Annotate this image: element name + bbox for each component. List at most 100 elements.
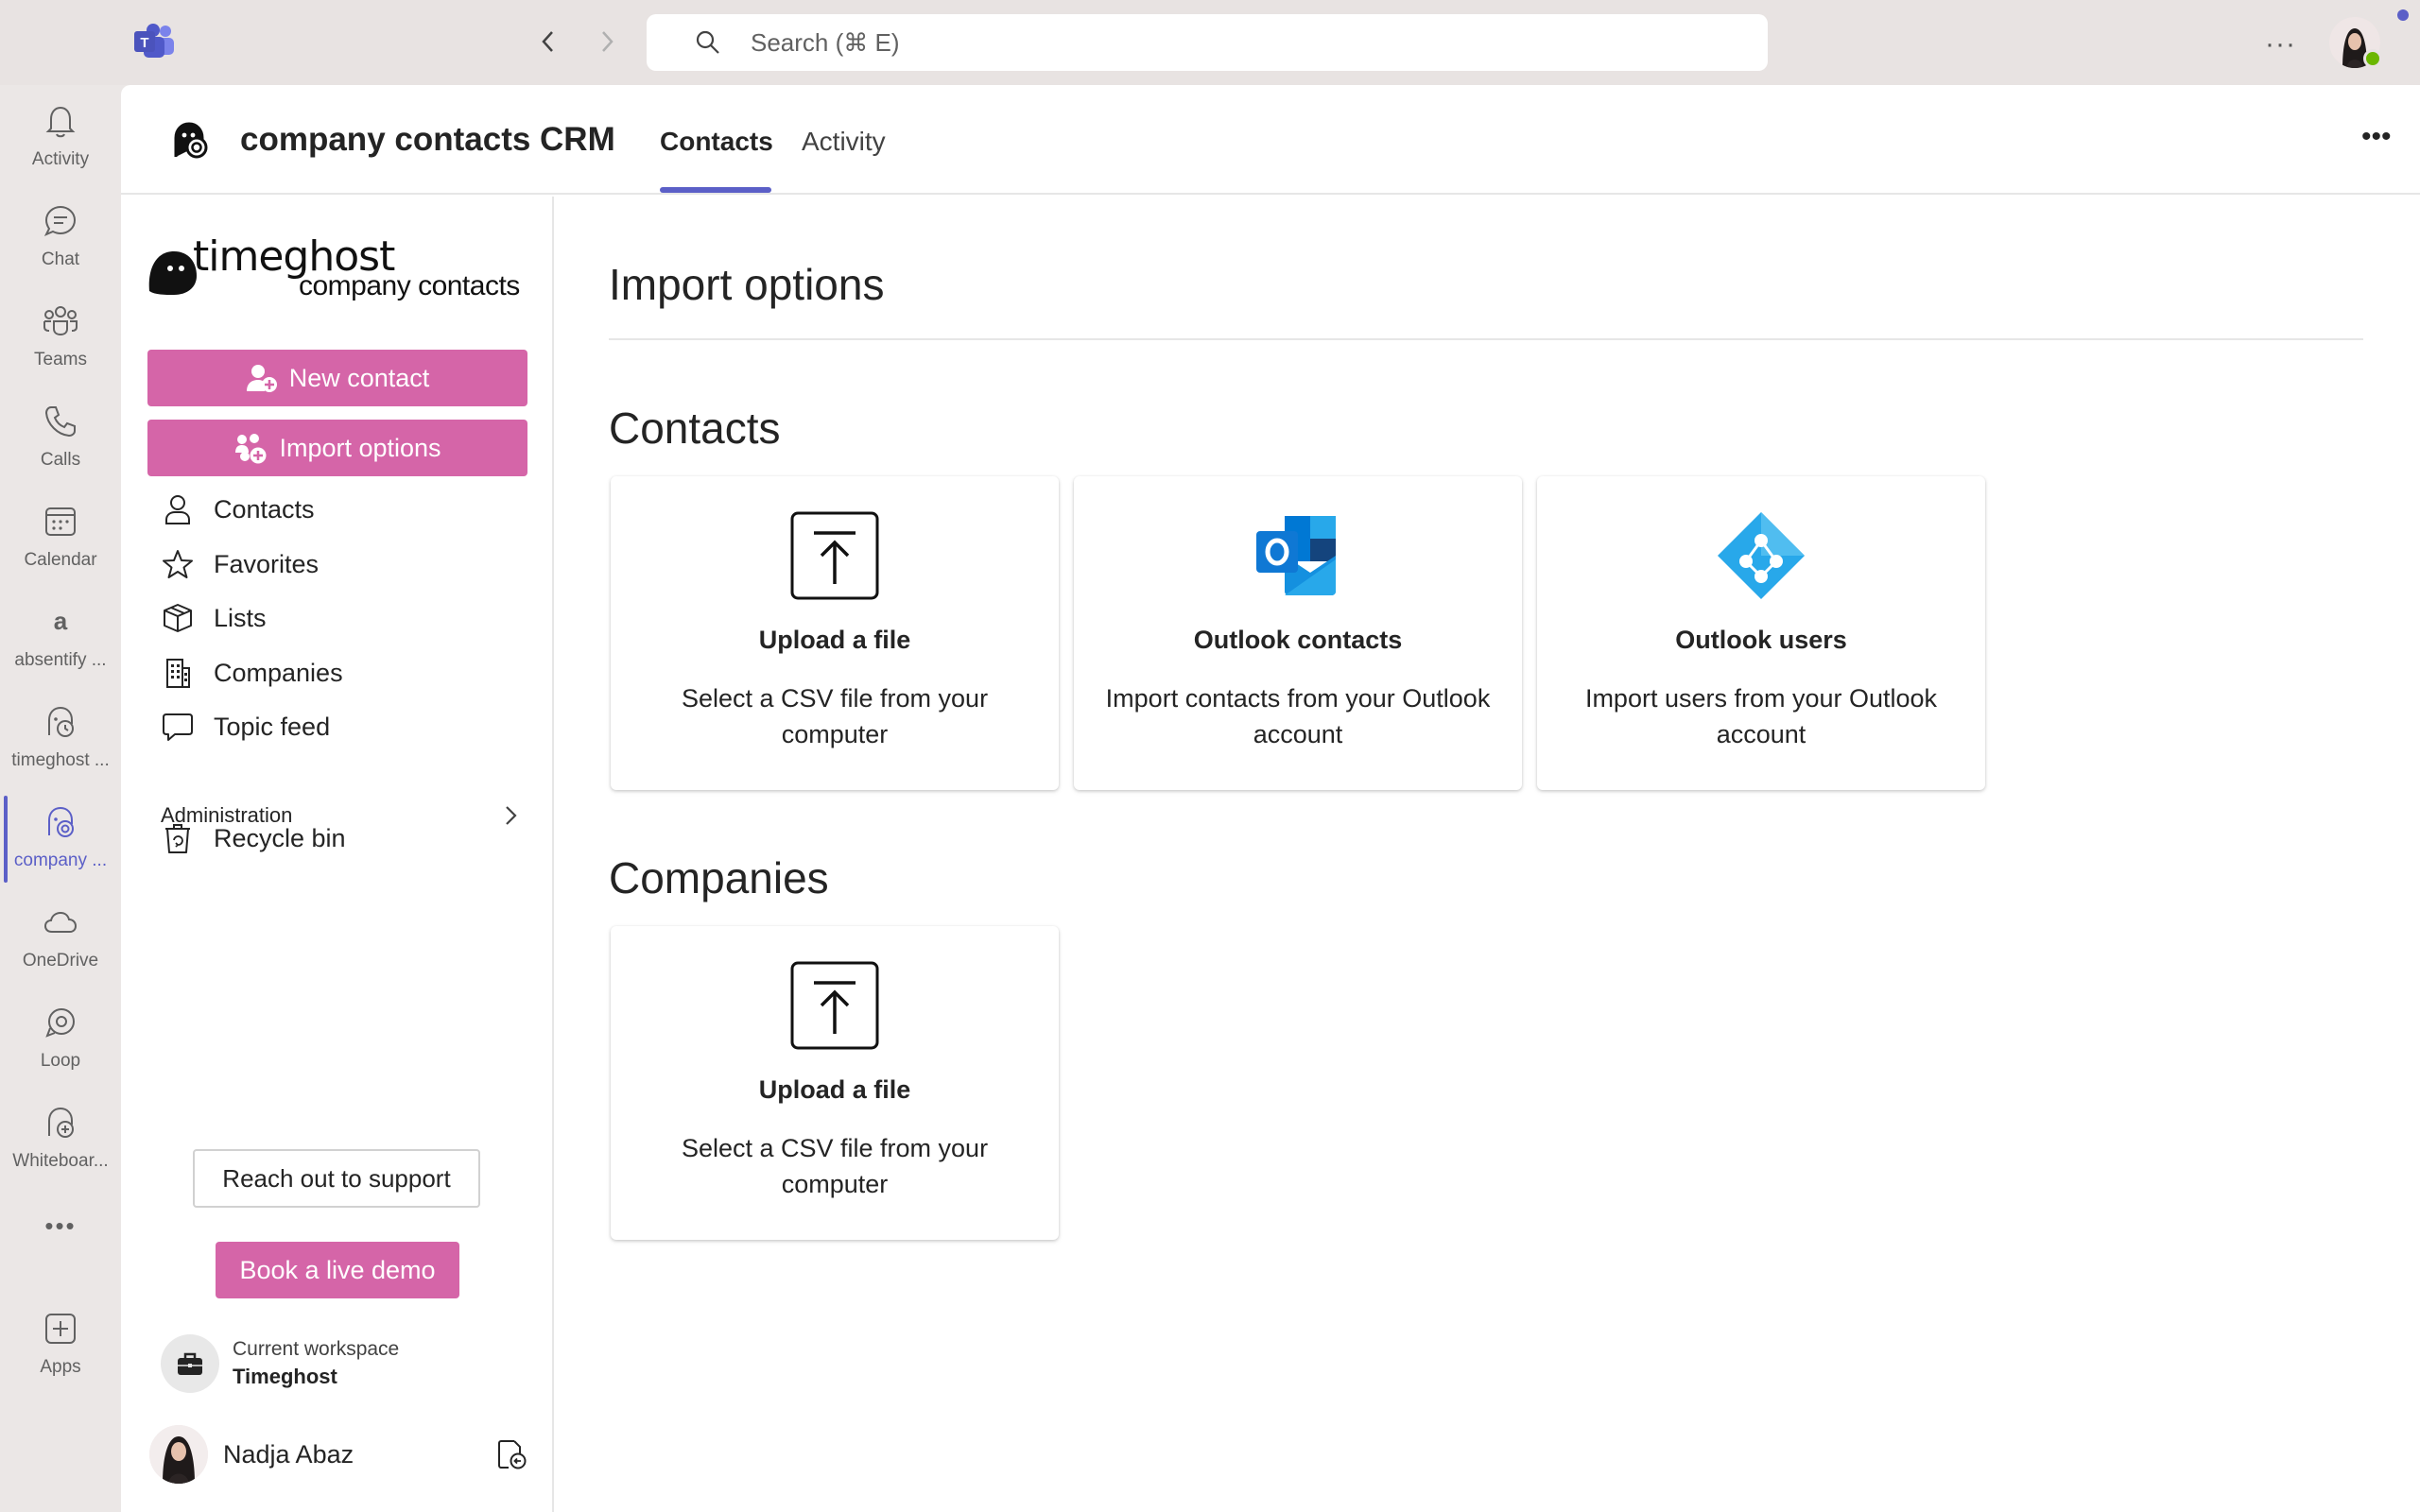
brand-subtitle: company contacts (299, 270, 520, 301)
rail-label: absentify ... (14, 650, 107, 670)
upload-file-companies-card[interactable]: Upload a file Select a CSV file from you… (611, 926, 1059, 1240)
page-title: Import options (609, 260, 885, 309)
chat-icon (40, 200, 81, 242)
more-options-icon[interactable]: ••• (2361, 121, 2392, 153)
rail-label: Apps (40, 1357, 81, 1377)
upload-file-contacts-card[interactable]: Upload a file Select a CSV file from you… (611, 476, 1059, 790)
book-live-demo-button[interactable]: Book a live demo (216, 1242, 459, 1298)
nav-item-favorites[interactable]: Favorites (161, 541, 319, 588)
main-content: Import options Contacts Upload a file Se… (556, 197, 2420, 1512)
briefcase-icon (161, 1334, 219, 1393)
rail-item-onedrive[interactable]: OneDrive (0, 886, 121, 987)
rail-item-loop[interactable]: Loop (0, 987, 121, 1087)
new-contact-label: New contact (288, 363, 430, 392)
current-workspace[interactable]: Current workspace Timeghost (161, 1331, 399, 1397)
card-description: Import users from your Outlook account (1584, 684, 1938, 748)
divider (609, 338, 2363, 340)
workspace-label: Current workspace (233, 1338, 400, 1360)
rail-item-chat[interactable]: Chat (0, 185, 121, 285)
more-options-icon[interactable]: ··· (2265, 28, 2296, 60)
svg-text:a: a (54, 607, 68, 635)
add-apps-icon (40, 1308, 81, 1349)
rail-item-teams[interactable]: Teams (0, 285, 121, 386)
back-arrow-icon[interactable] (529, 23, 567, 60)
app-rail: Activity Chat Teams Calls Calendar a abs… (0, 85, 121, 1512)
phone-icon (40, 401, 81, 442)
outlook-users-icon (1716, 510, 1806, 601)
recycle-bin-icon (161, 821, 195, 855)
rail-label: Calendar (24, 550, 97, 570)
rail-label: Loop (40, 1051, 81, 1071)
chevron-right-icon (506, 806, 517, 825)
outlook-users-card[interactable]: Outlook users Import users from your Out… (1537, 476, 1985, 790)
bell-icon (40, 100, 81, 142)
rail-label: Activity (31, 149, 90, 169)
rail-label: Calls (40, 450, 81, 470)
rail-more-apps[interactable]: ••• (0, 1211, 121, 1264)
building-icon (161, 656, 195, 690)
active-tab-indicator (660, 187, 771, 193)
star-icon (161, 547, 195, 581)
notification-dot (2397, 9, 2409, 21)
workspace-name: Timeghost (233, 1365, 337, 1388)
reach-out-to-support-button[interactable]: Reach out to support (193, 1149, 480, 1208)
rail-item-timeghost[interactable]: timeghost ... (0, 686, 121, 786)
outlook-contacts-card[interactable]: Outlook contacts Import contacts from yo… (1074, 476, 1522, 790)
calendar-icon (40, 501, 81, 542)
timeghost-icon (40, 701, 81, 743)
section-title-contacts: Contacts (609, 404, 781, 453)
add-person-icon (246, 365, 277, 392)
import-options-label: Import options (279, 433, 441, 462)
rail-label: Chat (41, 249, 80, 269)
tab-activity[interactable]: Activity (802, 127, 886, 157)
rail-item-whiteboard[interactable]: Whiteboar... (0, 1087, 121, 1187)
card-description: Import contacts from your Outlook accoun… (1105, 684, 1491, 748)
nav-label: Lists (214, 603, 267, 632)
rail-label: company ... (13, 850, 108, 870)
sign-out-icon[interactable] (495, 1438, 527, 1470)
search-input[interactable]: Search (⌘ E) (647, 14, 1768, 71)
rail-label: timeghost ... (11, 750, 110, 770)
nav-item-companies[interactable]: Companies (161, 649, 343, 696)
rail-label: Teams (34, 350, 87, 369)
app-title: company contacts CRM (240, 121, 615, 158)
section-title-companies: Companies (609, 853, 829, 902)
rail-item-apps[interactable]: Apps (0, 1293, 121, 1393)
nav-label: Favorites (214, 549, 320, 578)
new-contact-button[interactable]: New contact (147, 350, 527, 406)
card-title: Outlook users (1675, 626, 1847, 654)
import-people-icon (235, 434, 267, 464)
left-nav: timeghost company contacts New contact I… (121, 197, 554, 1512)
nav-item-recycle-bin[interactable]: Recycle bin (161, 815, 346, 862)
teams-icon (40, 301, 81, 342)
rail-item-company-contacts[interactable]: company ... (0, 786, 121, 886)
tab-contacts[interactable]: Contacts (660, 127, 773, 157)
rail-label: OneDrive (22, 951, 99, 971)
rail-item-calls[interactable]: Calls (0, 386, 121, 486)
nav-label: Recycle bin (214, 823, 346, 852)
import-options-button[interactable]: Import options (147, 420, 527, 476)
box-icon (161, 601, 195, 635)
absentify-icon: a (40, 601, 81, 643)
rail-item-activity[interactable]: Activity (0, 85, 121, 185)
card-description: Select a CSV file from your computer (681, 1134, 989, 1198)
card-title: Upload a file (758, 1075, 911, 1104)
user-profile[interactable]: Nadja Abaz (149, 1423, 527, 1486)
rail-item-calendar[interactable]: Calendar (0, 486, 121, 586)
company-contacts-app-icon (170, 119, 212, 161)
app-surface: company contacts CRM Contacts Activity •… (121, 85, 2420, 1512)
title-bar: T Search (⌘ E) ··· (0, 0, 2420, 85)
rail-item-absentify[interactable]: a absentify ... (0, 586, 121, 686)
avatar (149, 1425, 208, 1484)
nav-item-contacts[interactable]: Contacts (161, 486, 315, 533)
app-header: company contacts CRM Contacts Activity •… (121, 85, 2420, 195)
nav-item-lists[interactable]: Lists (161, 594, 267, 642)
nav-item-topic-feed[interactable]: Topic feed (161, 703, 330, 750)
card-title: Upload a file (758, 626, 911, 654)
more-icon: ••• (44, 1211, 77, 1240)
search-placeholder: Search (⌘ E) (751, 27, 900, 57)
svg-text:T: T (140, 35, 148, 51)
forward-arrow-icon[interactable] (588, 23, 626, 60)
outlook-icon (1253, 510, 1343, 601)
rail-label: Whiteboar... (12, 1151, 109, 1171)
